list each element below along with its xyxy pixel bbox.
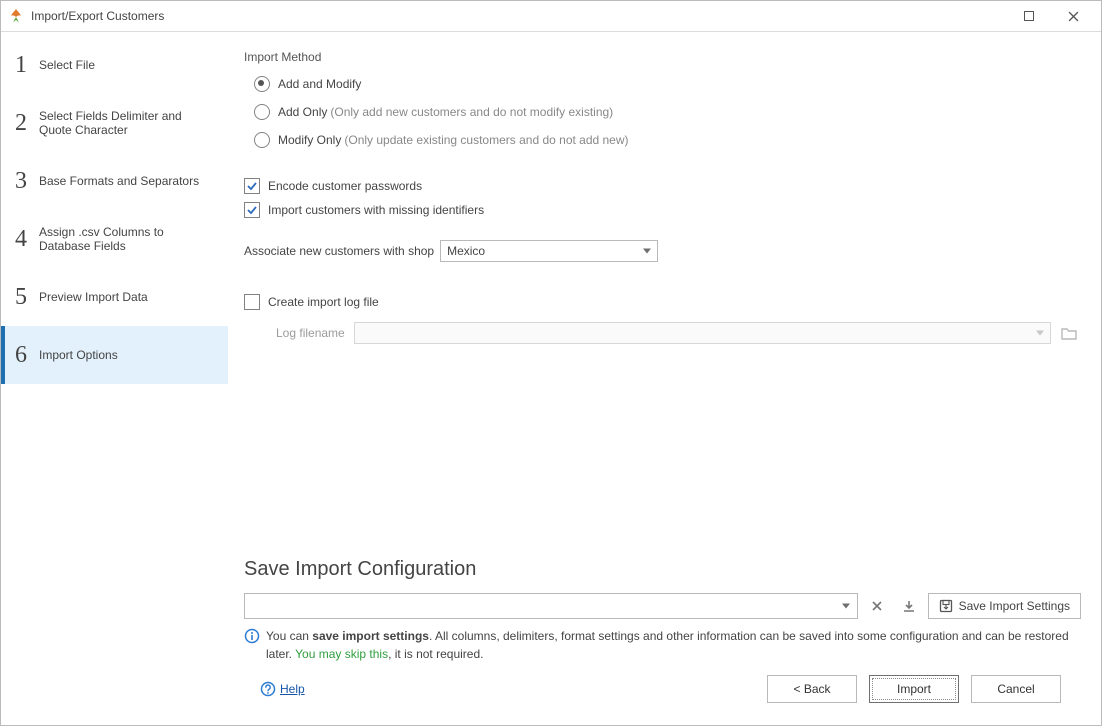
step-6[interactable]: 6 Import Options: [1, 326, 228, 384]
step-label: Assign .csv Columns to Database Fields: [39, 225, 214, 254]
step-number: 1: [15, 52, 39, 79]
step-number: 2: [15, 110, 39, 137]
step-2[interactable]: 2 Select Fields Delimiter and Quote Char…: [1, 94, 228, 152]
checkbox-label: Create import log file: [268, 295, 379, 309]
step-4[interactable]: 4 Assign .csv Columns to Database Fields: [1, 210, 228, 268]
checkbox-encode-passwords[interactable]: Encode customer passwords: [244, 174, 1081, 198]
step-label: Preview Import Data: [39, 290, 214, 304]
back-button[interactable]: < Back: [767, 675, 857, 703]
step-1[interactable]: 1 Select File: [1, 36, 228, 94]
wizard-sidebar: 1 Select File 2 Select Fields Delimiter …: [1, 32, 228, 725]
save-config-header: Save Import Configuration: [244, 558, 1081, 581]
button-label: Import: [897, 682, 931, 696]
select-value: Mexico: [447, 244, 485, 258]
info-text-part: , it is not required.: [388, 647, 483, 661]
step-3[interactable]: 3 Base Formats and Separators: [1, 152, 228, 210]
maximize-button[interactable]: [1007, 1, 1051, 31]
button-label: < Back: [793, 682, 830, 696]
log-filename-input: [354, 322, 1051, 344]
help-icon: [260, 681, 276, 697]
browse-log-button: [1057, 322, 1081, 344]
save-config-info: You can save import settings. All column…: [244, 627, 1081, 663]
import-method-group: Add and Modify Add Only (Only add new cu…: [254, 70, 1081, 154]
checkbox-label: Import customers with missing identifier…: [268, 203, 484, 217]
radio-hint: (Only update existing customers and do n…: [344, 133, 628, 147]
wizard-window: Import/Export Customers 1 Select File 2 …: [0, 0, 1102, 726]
radio-label: Add and Modify: [278, 77, 361, 91]
save-import-settings-button[interactable]: Save Import Settings: [928, 593, 1081, 619]
info-text: You can save import settings. All column…: [266, 627, 1081, 663]
save-config-combo[interactable]: [244, 593, 858, 619]
step-label: Base Formats and Separators: [39, 174, 214, 188]
checkbox-icon: [244, 178, 260, 194]
log-section: Create import log file Log filename: [244, 290, 1081, 344]
info-text-green: You may skip this: [295, 647, 388, 661]
associate-shop-label: Associate new customers with shop: [244, 244, 434, 258]
content-panel: Import Method Add and Modify Add Only (O…: [228, 32, 1101, 725]
step-label: Select Fields Delimiter and Quote Charac…: [39, 109, 214, 138]
checkbox-icon: [244, 294, 260, 310]
import-button[interactable]: Import: [869, 675, 959, 703]
step-number: 6: [15, 342, 39, 369]
app-icon: [7, 7, 25, 25]
checkbox-label: Encode customer passwords: [268, 179, 422, 193]
client-area: 1 Select File 2 Select Fields Delimiter …: [1, 32, 1101, 725]
help-label: Help: [280, 682, 305, 696]
button-label: Cancel: [997, 682, 1034, 696]
import-method-label: Import Method: [244, 50, 1081, 64]
radio-icon: [254, 104, 270, 120]
options-area: Import Method Add and Modify Add Only (O…: [244, 50, 1081, 558]
radio-icon: [254, 132, 270, 148]
radio-label: Modify Only: [278, 133, 341, 147]
info-text-part: You can: [266, 629, 312, 643]
save-config-row: Save Import Settings: [244, 593, 1081, 619]
step-number: 4: [15, 226, 39, 253]
log-filename-label: Log filename: [276, 326, 354, 340]
radio-add-and-modify[interactable]: Add and Modify: [254, 70, 1081, 98]
radio-add-only[interactable]: Add Only (Only add new customers and do …: [254, 98, 1081, 126]
step-label: Import Options: [39, 348, 214, 362]
close-button[interactable]: [1051, 1, 1095, 31]
associate-shop-select[interactable]: Mexico: [440, 240, 658, 262]
step-number: 5: [15, 284, 39, 311]
window-buttons: [1007, 1, 1095, 31]
info-text-bold: save import settings: [312, 629, 429, 643]
radio-label: Add Only: [278, 105, 327, 119]
save-icon: [939, 599, 953, 613]
associate-shop-row: Associate new customers with shop Mexico: [244, 240, 1081, 262]
step-5[interactable]: 5 Preview Import Data: [1, 268, 228, 326]
checkbox-missing-identifiers[interactable]: Import customers with missing identifier…: [244, 198, 1081, 222]
button-label: Save Import Settings: [959, 599, 1070, 613]
radio-hint: (Only add new customers and do not modif…: [330, 105, 613, 119]
radio-icon: [254, 76, 270, 92]
delete-config-button[interactable]: [864, 593, 890, 619]
step-label: Select File: [39, 58, 214, 72]
checkbox-create-log[interactable]: Create import log file: [244, 290, 1081, 314]
window-title: Import/Export Customers: [31, 9, 1007, 23]
log-filename-row: Log filename: [276, 322, 1081, 344]
checkbox-icon: [244, 202, 260, 218]
step-number: 3: [15, 168, 39, 195]
radio-modify-only[interactable]: Modify Only (Only update existing custom…: [254, 126, 1081, 154]
cancel-button[interactable]: Cancel: [971, 675, 1061, 703]
help-link[interactable]: Help: [260, 681, 305, 697]
info-icon: [244, 628, 260, 644]
download-config-button[interactable]: [896, 593, 922, 619]
titlebar: Import/Export Customers: [1, 1, 1101, 32]
wizard-footer: Help < Back Import Cancel: [244, 663, 1081, 715]
save-config-section: Save Import Configuration: [244, 558, 1081, 663]
